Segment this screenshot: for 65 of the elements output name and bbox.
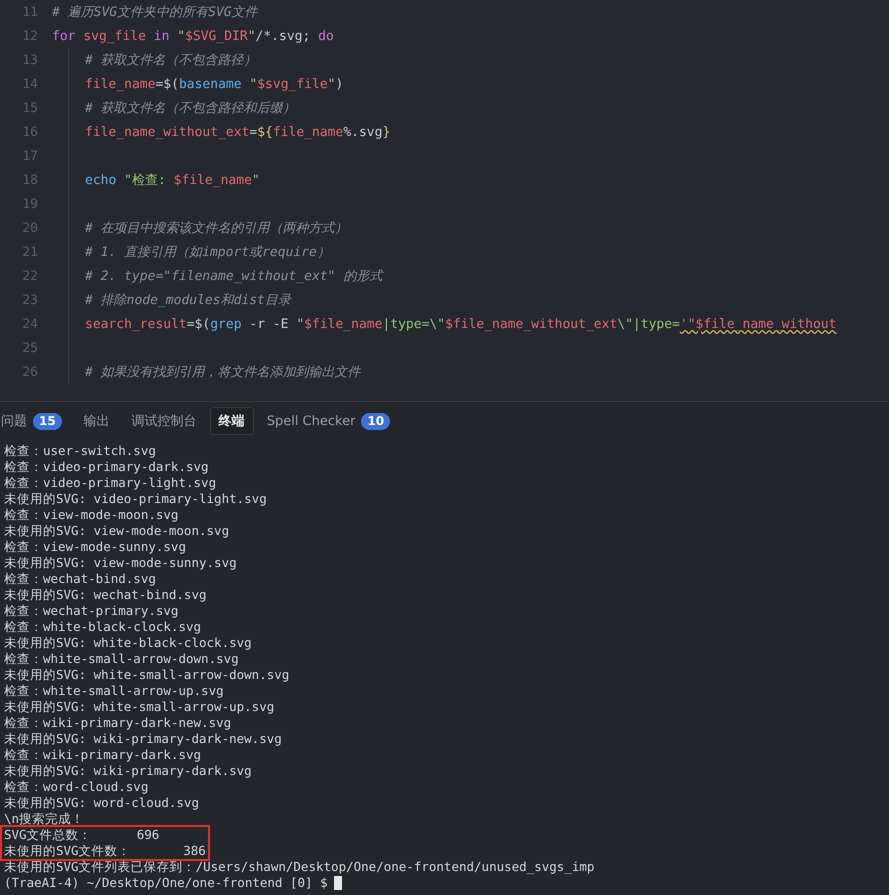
- terminal-line: 未使用的SVG: white-black-clock.svg: [4, 635, 253, 651]
- terminal-cursor: [334, 876, 342, 890]
- line-number: 21: [21, 244, 39, 262]
- terminal-line: 检查：video-primary-light.svg: [4, 475, 218, 491]
- code-line: # 在项目中搜索该文件名的引用（两种方式）: [85, 220, 348, 238]
- terminal-line: 未使用的SVG: wiki-primary-dark-new.svg: [4, 731, 283, 747]
- terminal-line: 检查：wechat-primary.svg: [4, 603, 180, 619]
- terminal-line: 检查：view-mode-sunny.svg: [4, 539, 187, 555]
- terminal-line: 未使用的SVG: white-small-arrow-down.svg: [4, 667, 290, 683]
- terminal-line: 未使用的SVG: wechat-bind.svg: [4, 587, 208, 603]
- terminal-line: 未使用的SVG文件列表已保存到：/Users/shawn/Desktop/One/one-frontend/unused_svgs_imp: [4, 859, 596, 875]
- code-line: # 1. 直接引用（如import或require）: [85, 244, 330, 262]
- terminal-line: 未使用的SVG: view-mode-moon.svg: [4, 523, 230, 539]
- terminal-line: 未使用的SVG: word-cloud.svg: [4, 795, 200, 811]
- line-number: 20: [21, 220, 39, 238]
- panel-tab[interactable]: 问题 15: [0, 407, 71, 435]
- code-line: # 如果没有找到引用，将文件名添加到输出文件: [85, 364, 361, 382]
- code-line: # 排除node_modules和dist目录: [85, 292, 291, 310]
- terminal-line: 检查：white-small-arrow-down.svg: [4, 651, 240, 667]
- panel-tab[interactable]: 调试控制台: [122, 407, 206, 435]
- code-line: file_name_without_ext=${file_name%.svg}: [85, 124, 390, 142]
- terminal-line: 检查：wiki-primary-dark.svg: [4, 747, 202, 763]
- terminal-line: 未使用的SVG文件数： 386: [4, 843, 206, 859]
- terminal-line: 检查：video-primary-dark.svg: [4, 459, 210, 475]
- terminal-line: 检查：white-small-arrow-up.svg: [4, 683, 225, 699]
- code-line: file_name=$(basename "$svg_file"): [85, 76, 344, 94]
- line-number: 13: [21, 52, 39, 70]
- line-number: 18: [21, 172, 39, 190]
- line-number: 24: [21, 316, 39, 334]
- terminal-line: 未使用的SVG: view-mode-sunny.svg: [4, 555, 238, 571]
- line-number: 14: [21, 76, 39, 94]
- terminal-line: 未使用的SVG: wiki-primary-dark.svg: [4, 763, 253, 779]
- code-line: echo "检查: $file_name": [85, 172, 260, 190]
- code-line: search_result=$(grep -r -E "$file_name|type=\"$file_name_without_ext\"|type='"$file_name_without: [85, 316, 836, 334]
- line-number: 15: [21, 100, 39, 118]
- terminal-line: 检查：user-switch.svg: [4, 443, 157, 459]
- terminal-line: SVG文件总数： 696: [4, 827, 160, 843]
- terminal-line: 检查：white-black-clock.svg: [4, 619, 202, 635]
- terminal-line: 检查：word-cloud.svg: [4, 779, 150, 795]
- line-number: 22: [21, 268, 39, 286]
- line-number: 25: [21, 340, 39, 358]
- terminal-line: \n搜索完成！: [4, 811, 86, 827]
- terminal-prompt: (TraeAI-4) ~/Desktop/One/one-frontend [0] $: [4, 875, 328, 891]
- terminal-line: 检查：view-mode-moon.svg: [4, 507, 180, 523]
- line-number: 19: [21, 196, 39, 214]
- line-number: 11: [21, 4, 39, 22]
- line-number: 26: [21, 364, 39, 382]
- line-number: 12: [21, 28, 39, 46]
- count-badge: 15: [33, 412, 62, 430]
- count-badge: 10: [361, 412, 390, 430]
- line-number: 17: [21, 148, 39, 166]
- panel-tab[interactable]: 终端: [210, 407, 254, 435]
- panel-tab[interactable]: Spell Checker 10: [258, 408, 400, 434]
- panel-tab[interactable]: 输出: [74, 407, 119, 435]
- line-number: 23: [21, 292, 39, 310]
- code-line: # 2. type="filename_without_ext" 的形式: [85, 268, 382, 286]
- code-line: # 获取文件名（不包含路径和后缀）: [85, 100, 296, 118]
- terminal-line: 未使用的SVG: white-small-arrow-up.svg: [4, 699, 276, 715]
- terminal-line: 检查：wiki-primary-dark-new.svg: [4, 715, 232, 731]
- terminal-line: 未使用的SVG: video-primary-light.svg: [4, 491, 268, 507]
- code-line: # 获取文件名（不包含路径）: [85, 52, 257, 70]
- line-number: 16: [21, 124, 39, 142]
- code-line: # 遍历SVG文件夹中的所有SVG文件: [52, 4, 258, 22]
- code-line: for svg_file in "$SVG_DIR"/*.svg; do: [52, 28, 334, 46]
- terminal-line: 检查：wechat-bind.svg: [4, 571, 157, 587]
